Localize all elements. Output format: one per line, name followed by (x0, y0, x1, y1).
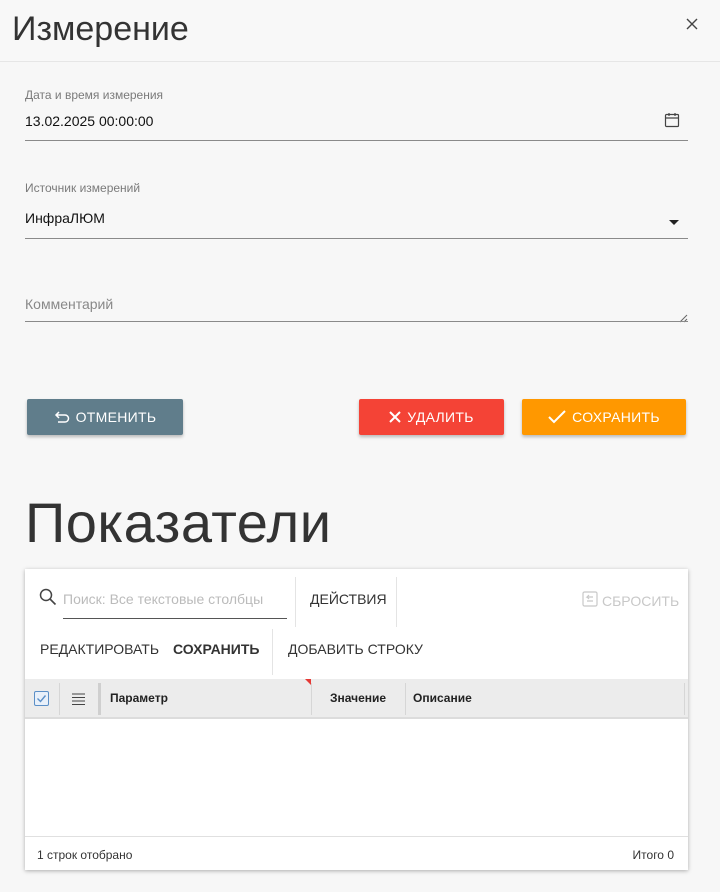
column-divider (98, 683, 101, 715)
source-select[interactable]: Источник измерений ИнфраЛЮМ (25, 180, 688, 240)
dialog-header: Измерение (0, 0, 720, 62)
checkbox-icon[interactable] (34, 691, 49, 706)
source-value[interactable]: ИнфраЛЮМ (25, 210, 105, 226)
reset-label: СБРОСИТЬ (602, 592, 680, 609)
search-icon (39, 588, 57, 606)
check-icon (548, 410, 566, 424)
column-divider (59, 683, 60, 715)
add-row-button[interactable]: ДОБАВИТЬ СТРОКУ (288, 641, 423, 657)
cancel-button[interactable]: ОТМЕНИТЬ (27, 399, 183, 435)
source-underline (25, 238, 688, 239)
column-header-value[interactable]: Значение (330, 679, 386, 717)
toolbar-divider (396, 577, 397, 627)
column-header-parameter[interactable]: Параметр (110, 679, 168, 717)
actions-menu-button[interactable]: ДЕЙСТВИЯ (310, 591, 387, 607)
cancel-label: ОТМЕНИТЬ (75, 409, 157, 425)
x-icon (389, 411, 401, 423)
save-label: СОХРАНИТЬ (572, 409, 660, 425)
grid-footer: 1 строк отобрано Итого 0 (25, 836, 688, 870)
dialog-title: Измерение (12, 10, 189, 48)
grid-save-button[interactable]: СОХРАНИТЬ (173, 641, 259, 657)
date-underline (25, 140, 688, 141)
comment-underline (25, 321, 688, 322)
undo-icon (54, 410, 70, 424)
search-input[interactable]: Поиск: Все текстовые столбцы (63, 587, 287, 619)
comment-field[interactable]: Комментарий (25, 292, 688, 324)
toolbar-divider (272, 629, 273, 675)
column-header-description[interactable]: Описание (413, 679, 472, 717)
comment-placeholder[interactable]: Комментарий (25, 296, 113, 312)
column-divider (684, 683, 685, 715)
column-menu-icon[interactable] (72, 692, 85, 706)
date-label: Дата и время измерения (25, 88, 164, 102)
date-field[interactable]: Дата и время измерения 13.02.2025 00:00:… (25, 86, 688, 142)
resize-handle-icon[interactable] (678, 310, 688, 323)
reset-icon (582, 591, 598, 610)
indicators-grid: Поиск: Все текстовые столбцы ДЕЙСТВИЯ СБ… (25, 569, 688, 870)
column-divider (311, 683, 312, 715)
date-value[interactable]: 13.02.2025 00:00:00 (25, 113, 153, 129)
close-icon[interactable] (684, 16, 700, 32)
source-label: Источник измерений (25, 181, 141, 195)
rows-total-count: Итого 0 (632, 848, 674, 862)
delete-button[interactable]: УДАЛИТЬ (359, 399, 504, 435)
grid-body (25, 721, 688, 836)
dropdown-arrow-icon[interactable] (668, 214, 680, 225)
calendar-icon[interactable] (664, 112, 680, 128)
save-button[interactable]: СОХРАНИТЬ (522, 399, 686, 435)
column-divider (405, 683, 406, 715)
grid-header: Параметр Значение Описание (25, 679, 688, 719)
rows-selected-count: 1 строк отобрано (37, 848, 133, 862)
section-title: Показатели (25, 491, 332, 554)
reset-button[interactable]: СБРОСИТЬ (582, 591, 679, 610)
delete-label: УДАЛИТЬ (407, 409, 474, 425)
edit-button[interactable]: РЕДАКТИРОВАТЬ (40, 641, 159, 657)
toolbar-divider (295, 577, 296, 627)
